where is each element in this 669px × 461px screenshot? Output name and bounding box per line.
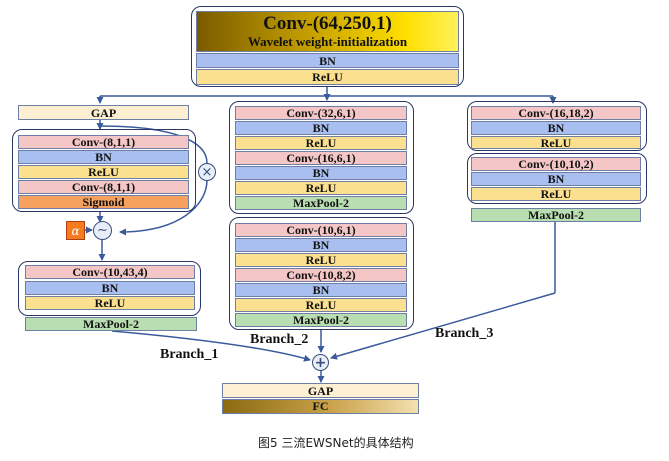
wavelet-conv-subtitle: Wavelet weight-initialization	[247, 33, 408, 49]
branch2-conv1-layer: Conv-(32,6,1)	[235, 106, 407, 120]
branch2-bn4-layer: BN	[235, 283, 407, 297]
branch2-conv3-layer: Conv-(10,6,1)	[235, 223, 407, 237]
wavelet-conv-layer: Conv-(64,250,1) Wavelet weight-initializ…	[196, 11, 459, 52]
branch3-relu2-layer: ReLU	[471, 187, 641, 201]
final-gap-layer: GAP	[222, 383, 419, 398]
branch2-bn3-layer: BN	[235, 238, 407, 252]
branch1-attn-conv1: Conv-(8,1,1)	[18, 135, 189, 149]
branch1-attn-relu: ReLU	[18, 165, 189, 179]
head-bn-layer: BN	[196, 53, 459, 68]
branch2-conv4-layer: Conv-(10,8,2)	[235, 268, 407, 282]
alpha-parameter-icon: α	[66, 221, 85, 240]
branch3-bn2-layer: BN	[471, 172, 641, 186]
head-relu-layer: ReLU	[196, 69, 459, 85]
branch3-label: Branch_3	[435, 326, 494, 341]
soft-threshold-icon: ∼	[93, 221, 112, 240]
fc-layer: FC	[222, 399, 419, 414]
multiply-icon: ×	[198, 163, 216, 181]
branch2-conv2-layer: Conv-(16,6,1)	[235, 151, 407, 165]
branch1-label: Branch_1	[160, 347, 219, 362]
branch1-sigmoid-layer: Sigmoid	[18, 195, 189, 209]
branch2-bn2-layer: BN	[235, 166, 407, 180]
add-icon: +	[312, 354, 329, 371]
branch3-conv2-layer: Conv-(10,10,2)	[471, 157, 641, 171]
branch1-relu-layer: ReLU	[25, 296, 195, 310]
branch3-bn1-layer: BN	[471, 121, 641, 135]
branch2-label: Branch_2	[250, 332, 309, 347]
branch1-bn-layer: BN	[25, 281, 195, 295]
branch2-maxpool1-layer: MaxPool-2	[235, 196, 407, 210]
branch2-maxpool2-layer: MaxPool-2	[235, 313, 407, 327]
branch2-relu4-layer: ReLU	[235, 298, 407, 312]
wavelet-conv-title: Conv-(64,250,1)	[263, 12, 392, 34]
branch2-relu1-layer: ReLU	[235, 136, 407, 150]
branch1-conv-layer: Conv-(10,43,4)	[25, 265, 195, 279]
branch3-relu1-layer: ReLU	[471, 136, 641, 149]
branch1-attn-conv2: Conv-(8,1,1)	[18, 180, 189, 194]
branch2-relu3-layer: ReLU	[235, 253, 407, 267]
ewsnet-diagram: Conv-(64,250,1) Wavelet weight-initializ…	[0, 0, 669, 461]
branch3-conv1-layer: Conv-(16,18,2)	[471, 106, 641, 120]
branch1-gap-layer: GAP	[18, 105, 189, 120]
figure-caption: 图5 三流EWSNet的具体结构	[258, 436, 414, 450]
branch3-maxpool-layer: MaxPool-2	[471, 208, 641, 222]
branch1-maxpool-layer: MaxPool-2	[25, 317, 197, 331]
branch2-bn1-layer: BN	[235, 121, 407, 135]
branch1-attn-bn: BN	[18, 150, 189, 164]
branch2-relu2-layer: ReLU	[235, 181, 407, 195]
